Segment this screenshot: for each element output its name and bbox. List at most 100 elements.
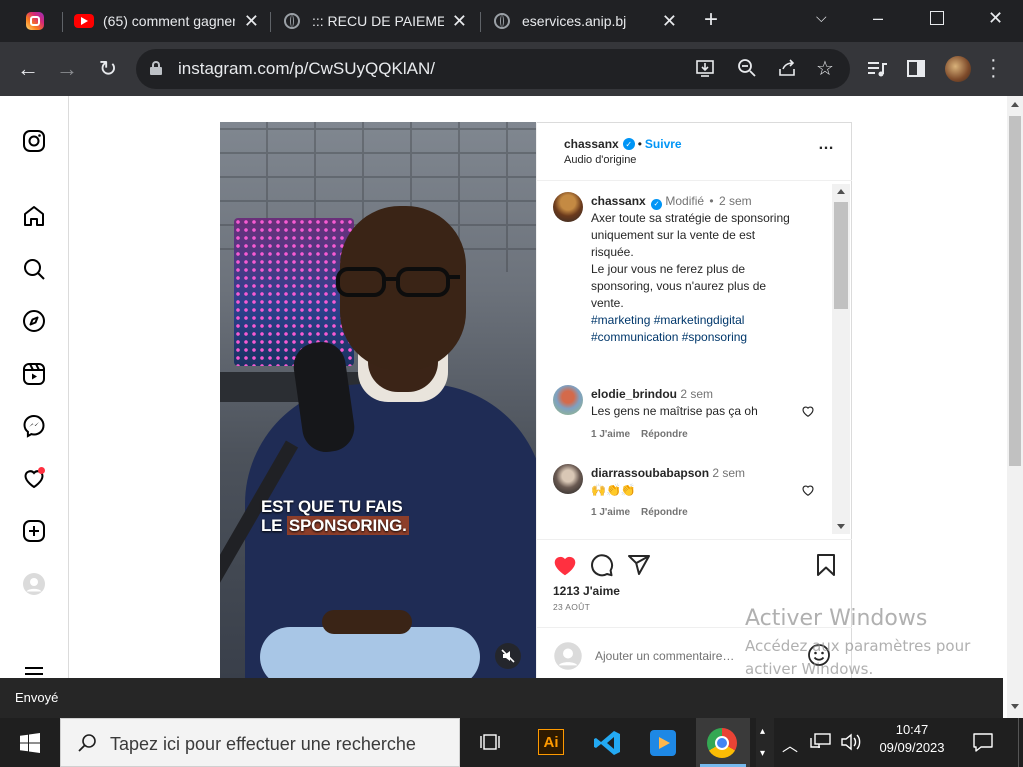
close-tab-icon[interactable]: ✕	[244, 11, 259, 32]
mute-toggle-button[interactable]	[495, 643, 521, 669]
comments-scroll-thumb[interactable]	[834, 202, 848, 309]
close-tab-icon[interactable]: ✕	[452, 11, 467, 32]
share-paper-plane-icon[interactable]	[627, 553, 651, 577]
tab-eservices[interactable]: eservices.anip.bj ✕	[482, 0, 687, 42]
show-hidden-icons-chevron-icon[interactable]: ︿	[782, 732, 798, 756]
commenter-avatar[interactable]	[553, 464, 583, 494]
zoom-icon[interactable]	[736, 57, 758, 79]
comment-likes-count[interactable]: 1 J'aime	[591, 507, 630, 518]
header-divider	[537, 180, 852, 181]
url-text[interactable]: instagram.com/p/CwSUyQQKlAN/	[178, 59, 435, 79]
comment-text: 🙌👏👏	[591, 483, 636, 497]
back-arrow-icon[interactable]: ←	[13, 54, 43, 84]
tab-instagram-pinned[interactable]	[14, 0, 58, 42]
system-clock[interactable]: 10:47 09/09/2023	[872, 722, 952, 755]
network-icon[interactable]	[810, 733, 832, 751]
task-view-icon[interactable]	[479, 731, 501, 753]
notification-center-icon[interactable]	[972, 731, 994, 753]
comment-like-heart-icon[interactable]	[801, 404, 815, 418]
like-heart-icon[interactable]	[552, 552, 578, 578]
caption-hashtags[interactable]: #communication #sponsoring	[591, 329, 831, 346]
commenter-avatar[interactable]	[553, 385, 583, 415]
profile-avatar[interactable]	[945, 56, 971, 82]
notifications-heart-icon[interactable]	[22, 466, 46, 490]
tab-youtube[interactable]: (65) comment gagner ✕	[64, 0, 269, 42]
globe-icon	[494, 13, 510, 29]
reload-icon[interactable]: ↻	[93, 54, 123, 84]
comment-reply-button[interactable]: Répondre	[641, 507, 688, 518]
profile-avatar-icon[interactable]	[22, 572, 46, 596]
taskbar-search[interactable]: Tapez ici pour effectuer une recherche	[60, 718, 460, 767]
comment-bubble-icon[interactable]	[590, 553, 614, 577]
scroll-down-arrow-icon[interactable]	[1011, 704, 1019, 709]
page-scrollbar[interactable]	[1007, 96, 1023, 718]
caption-line: vente.	[591, 296, 624, 310]
show-desktop-button[interactable]	[1018, 718, 1023, 767]
comments-scrollbar[interactable]	[832, 184, 850, 534]
restore-window-button[interactable]	[930, 11, 944, 25]
page-scroll-thumb[interactable]	[1009, 116, 1021, 466]
windows-start-icon[interactable]	[20, 733, 40, 753]
reels-icon[interactable]	[22, 362, 46, 386]
taskbar-search-placeholder: Tapez ici pour effectuer une recherche	[110, 734, 416, 754]
tab-search-chevron-icon[interactable]: ⌵	[816, 9, 827, 26]
caption-hashtags[interactable]: #marketing #marketingdigital	[591, 312, 831, 329]
comment-reply-button[interactable]: Répondre	[641, 429, 688, 440]
explore-compass-icon[interactable]	[22, 309, 46, 333]
media-control-icon[interactable]	[866, 59, 888, 79]
new-tab-button[interactable]: +	[704, 6, 718, 34]
follow-button[interactable]: Suivre	[645, 137, 682, 151]
likes-count[interactable]: 1213 J'aime	[553, 584, 620, 598]
taskbar-scroll[interactable]: ▴ ▾	[756, 718, 774, 767]
comment-header: elodie_brindou 2 sem	[591, 387, 713, 401]
audio-label[interactable]: Audio d'origine	[564, 154, 636, 166]
post-author-link[interactable]: chassanx	[564, 137, 619, 151]
install-app-icon[interactable]	[694, 57, 716, 79]
scroll-up-arrow-icon[interactable]	[1011, 102, 1019, 107]
tab-recu-paiement[interactable]: ::: RECU DE PAIEMENT ✕	[272, 0, 477, 42]
comment-author-link[interactable]: elodie_brindou	[591, 387, 677, 401]
create-post-icon[interactable]	[22, 519, 46, 543]
tab-title: eservices.anip.bj	[522, 13, 627, 29]
forward-arrow-icon[interactable]: →	[52, 54, 82, 84]
save-bookmark-icon[interactable]	[815, 553, 837, 577]
minimize-window-button[interactable]: –	[873, 8, 883, 29]
reel-video[interactable]: EST QUE TU FAIS LE SPONSORING.	[220, 122, 536, 678]
messenger-icon[interactable]	[22, 414, 46, 438]
search-icon[interactable]	[22, 257, 46, 281]
vscode-app-icon[interactable]	[593, 728, 623, 758]
caption-time[interactable]: 2 sem	[719, 194, 752, 208]
comment-like-heart-icon[interactable]	[801, 483, 815, 497]
comment-author-link[interactable]: diarrassoubabapson	[591, 466, 709, 480]
comment-time[interactable]: 2 sem	[712, 466, 745, 480]
scroll-down-arrow-icon[interactable]	[837, 524, 845, 529]
address-bar[interactable]: instagram.com/p/CwSUyQQKlAN/ ☆	[136, 49, 850, 89]
post-date[interactable]: 23 AOÛT	[553, 602, 590, 612]
close-tab-icon[interactable]: ✕	[662, 11, 677, 32]
volume-icon[interactable]	[840, 732, 862, 752]
verified-badge-icon: ✓	[651, 198, 663, 210]
comment-time[interactable]: 2 sem	[680, 387, 713, 401]
caption-author-link[interactable]: chassanx	[591, 194, 646, 208]
scroll-up-arrow-icon[interactable]	[837, 189, 845, 194]
chrome-menu-icon[interactable]: · · ·	[990, 50, 997, 86]
instagram-logo-icon[interactable]	[22, 129, 46, 153]
instagram-favicon-icon	[26, 12, 44, 30]
bookmark-star-icon[interactable]: ☆	[816, 56, 834, 81]
share-icon[interactable]	[776, 57, 798, 79]
illustrator-app-icon[interactable]: Ai	[538, 729, 564, 755]
instagram-sidebar	[0, 96, 69, 678]
post-header: chassanx ✓ • Suivre	[564, 137, 682, 151]
comment-likes-count[interactable]: 1 J'aime	[591, 429, 630, 440]
home-icon[interactable]	[22, 204, 46, 228]
close-window-button[interactable]: ✕	[988, 8, 1003, 29]
tab-separator	[480, 12, 481, 32]
side-panel-icon[interactable]	[907, 60, 925, 77]
comment-input[interactable]: Ajouter un commentaire…	[595, 649, 734, 663]
more-options-icon[interactable]: …	[818, 136, 835, 154]
chrome-taskbar-button[interactable]	[696, 718, 750, 767]
caption-author-avatar[interactable]	[553, 192, 583, 222]
chevron-down-icon[interactable]: ▾	[760, 748, 765, 759]
chevron-up-icon[interactable]: ▴	[760, 726, 765, 737]
media-player-app-icon[interactable]	[650, 730, 676, 756]
